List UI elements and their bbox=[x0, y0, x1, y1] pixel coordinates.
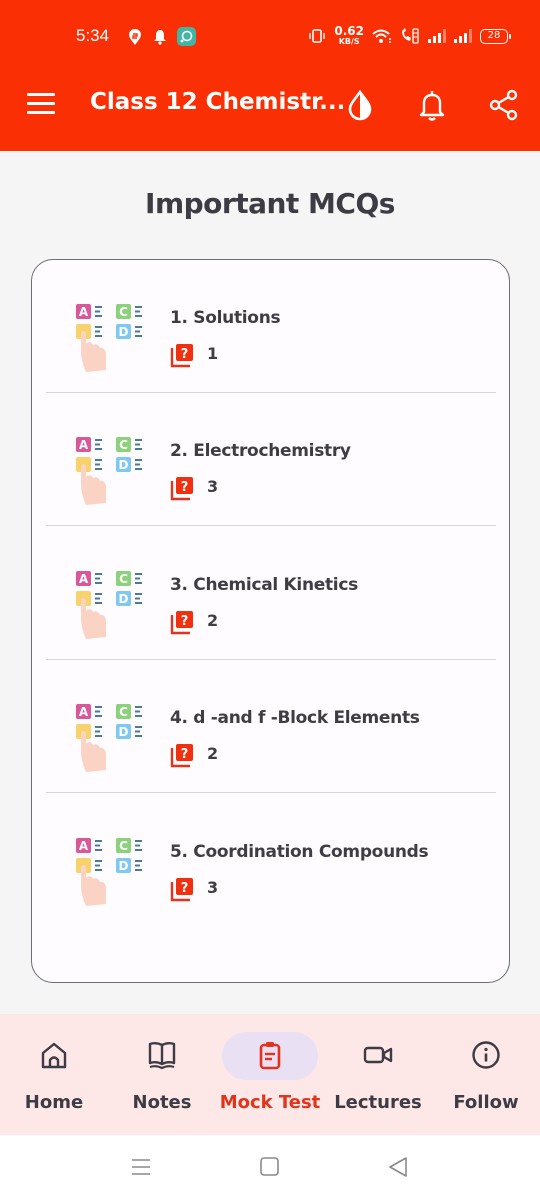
svg-text:D: D bbox=[119, 859, 129, 873]
mcq-options-icon: A C D bbox=[76, 304, 142, 372]
home-square-icon[interactable] bbox=[258, 1155, 282, 1179]
question-count-icon: ? bbox=[170, 611, 193, 635]
app-header: 5:34 0.62 KB/S 28 Class 12 Chemistr... bbox=[0, 0, 540, 151]
mcq-item-title: 3. Chemical Kinetics bbox=[170, 575, 358, 595]
svg-text:?: ? bbox=[181, 747, 189, 762]
svg-text:?: ? bbox=[181, 614, 189, 629]
nav-label: Mock Test bbox=[219, 1092, 321, 1113]
clipboard-icon bbox=[259, 1042, 281, 1070]
mcq-list-item[interactable]: A C D 3. Chemical Kinetics ? 2 bbox=[46, 527, 496, 660]
question-count-icon: ? bbox=[170, 477, 193, 501]
signal-1-icon bbox=[428, 29, 446, 43]
svg-text:C: C bbox=[119, 438, 128, 452]
vibrate-icon bbox=[309, 29, 326, 43]
question-count: 2 bbox=[207, 611, 219, 630]
volte-icon bbox=[402, 28, 419, 44]
nav-label: Follow bbox=[453, 1092, 519, 1113]
menu-button[interactable] bbox=[27, 93, 55, 115]
book-icon bbox=[148, 1042, 176, 1070]
svg-text:D: D bbox=[119, 325, 129, 339]
menu-icon-line bbox=[27, 93, 55, 96]
svg-text:A: A bbox=[79, 839, 89, 853]
svg-text:C: C bbox=[119, 705, 128, 719]
nav-item-lectures[interactable]: Lectures bbox=[324, 1014, 432, 1135]
menu-icon-line bbox=[27, 111, 55, 114]
svg-text:A: A bbox=[79, 438, 89, 452]
recents-icon[interactable] bbox=[129, 1155, 153, 1179]
question-count-icon: ? bbox=[170, 878, 193, 902]
svg-text:?: ? bbox=[181, 480, 189, 495]
mcq-item-title: 1. Solutions bbox=[170, 308, 281, 328]
video-camera-icon bbox=[363, 1046, 393, 1064]
bell-icon[interactable] bbox=[415, 88, 449, 122]
wifi-icon bbox=[372, 29, 391, 43]
mcq-options-icon: A C D bbox=[76, 838, 142, 906]
nav-item-follow[interactable]: Follow bbox=[432, 1014, 540, 1135]
battery-icon: 28 bbox=[480, 28, 511, 44]
status-time: 5:34 bbox=[76, 26, 110, 45]
mcq-options-icon: A C D bbox=[76, 571, 142, 639]
menu-icon-line bbox=[27, 102, 55, 105]
page-title: Important MCQs bbox=[145, 187, 395, 220]
theme-contrast-icon[interactable] bbox=[343, 88, 377, 122]
question-count: 3 bbox=[207, 878, 219, 897]
home-icon bbox=[41, 1042, 67, 1069]
mcq-item-title: 4. d -and f -Block Elements bbox=[170, 708, 420, 728]
signal-2-icon bbox=[454, 29, 472, 43]
svg-text:A: A bbox=[79, 305, 89, 319]
mcq-list-item[interactable]: A C D 2. Electrochemistry ? 3 bbox=[46, 393, 496, 526]
mcq-item-title: 2. Electrochemistry bbox=[170, 441, 351, 461]
network-speed-value: 0.62 bbox=[334, 24, 364, 38]
mcq-list-item[interactable]: A C D 1. Solutions ? 1 bbox=[46, 260, 496, 393]
network-speed-unit: KB/S bbox=[338, 37, 360, 46]
question-count-icon: ? bbox=[170, 744, 193, 768]
share-icon[interactable] bbox=[487, 88, 521, 122]
nav-item-mock-test[interactable]: Mock Test bbox=[216, 1014, 324, 1135]
network-speed: 0.62 KB/S bbox=[334, 24, 364, 46]
app-notification-icon bbox=[177, 27, 196, 46]
back-triangle-icon[interactable] bbox=[387, 1155, 411, 1179]
list-divider bbox=[46, 792, 496, 793]
system-navigation-bar bbox=[0, 1135, 540, 1200]
app-bar: Class 12 Chemistr... bbox=[0, 80, 540, 130]
list-divider bbox=[46, 525, 496, 526]
bottom-navigation: Home Notes Mock Test Lectures Follow bbox=[0, 1014, 540, 1135]
mcq-list-item[interactable]: A C D 5. Coordination Compounds ? 3 bbox=[46, 794, 496, 927]
question-count: 1 bbox=[207, 344, 219, 363]
svg-text:A: A bbox=[79, 705, 89, 719]
info-icon bbox=[472, 1041, 500, 1069]
mcq-list-card: A C D 1. Solutions ? 1 A C D 2. Electroc… bbox=[31, 259, 510, 983]
swiggy-icon bbox=[129, 29, 141, 45]
svg-text:D: D bbox=[119, 725, 129, 739]
question-count-icon: ? bbox=[170, 344, 193, 368]
mcq-options-icon: A C D bbox=[76, 437, 142, 505]
status-right-icons: 0.62 KB/S 28 bbox=[308, 24, 511, 46]
svg-text:C: C bbox=[119, 839, 128, 853]
mcq-list-item[interactable]: A C D 4. d -and f -Block Elements ? 2 bbox=[46, 660, 496, 793]
bell-notification-icon bbox=[154, 30, 166, 45]
svg-text:?: ? bbox=[181, 881, 189, 896]
question-count: 2 bbox=[207, 744, 219, 763]
app-title: Class 12 Chemistr... bbox=[90, 89, 346, 115]
mcq-item-title: 5. Coordination Compounds bbox=[170, 842, 429, 862]
nav-item-notes[interactable]: Notes bbox=[108, 1014, 216, 1135]
svg-text:D: D bbox=[119, 458, 129, 472]
svg-text:D: D bbox=[119, 592, 129, 606]
svg-text:C: C bbox=[119, 572, 128, 586]
nav-label: Home bbox=[24, 1092, 84, 1113]
nav-label: Notes bbox=[132, 1092, 192, 1113]
svg-text:C: C bbox=[119, 305, 128, 319]
status-bar: 5:34 0.62 KB/S 28 bbox=[0, 22, 540, 50]
svg-text:A: A bbox=[79, 572, 89, 586]
nav-item-home[interactable]: Home bbox=[0, 1014, 108, 1135]
svg-text:?: ? bbox=[181, 347, 189, 362]
nav-label: Lectures bbox=[334, 1092, 422, 1113]
mcq-options-icon: A C D bbox=[76, 704, 142, 772]
question-count: 3 bbox=[207, 477, 219, 496]
